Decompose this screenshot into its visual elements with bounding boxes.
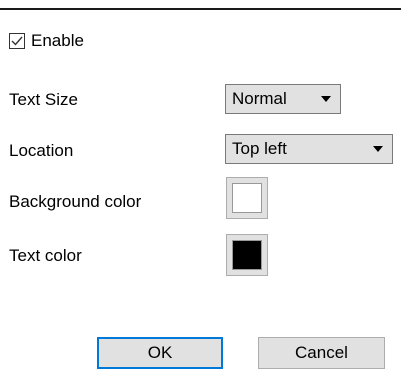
checkmark-icon — [11, 36, 23, 46]
enable-label: Enable — [31, 31, 84, 50]
text-color-label: Text color — [9, 246, 82, 265]
enable-checkbox[interactable] — [9, 33, 25, 49]
chevron-down-icon — [373, 146, 383, 152]
background-color-fill — [232, 183, 262, 213]
text-size-select[interactable]: Normal — [225, 84, 341, 114]
background-color-label: Background color — [9, 192, 142, 211]
chevron-down-icon — [321, 96, 331, 102]
ok-button[interactable]: OK — [97, 337, 223, 369]
location-value: Top left — [232, 139, 287, 158]
background-color-swatch[interactable] — [226, 177, 268, 219]
text-color-swatch[interactable] — [226, 234, 268, 276]
top-divider — [0, 8, 401, 10]
location-select[interactable]: Top left — [225, 134, 393, 164]
ok-button-label: OK — [147, 343, 173, 362]
text-size-label: Text Size — [9, 90, 78, 109]
cancel-button-label: Cancel — [295, 343, 348, 362]
text-size-value: Normal — [232, 89, 287, 108]
enable-checkbox-row[interactable]: Enable — [9, 31, 84, 51]
text-color-fill — [232, 240, 262, 270]
cancel-button[interactable]: Cancel — [258, 337, 385, 369]
location-label: Location — [9, 141, 74, 160]
